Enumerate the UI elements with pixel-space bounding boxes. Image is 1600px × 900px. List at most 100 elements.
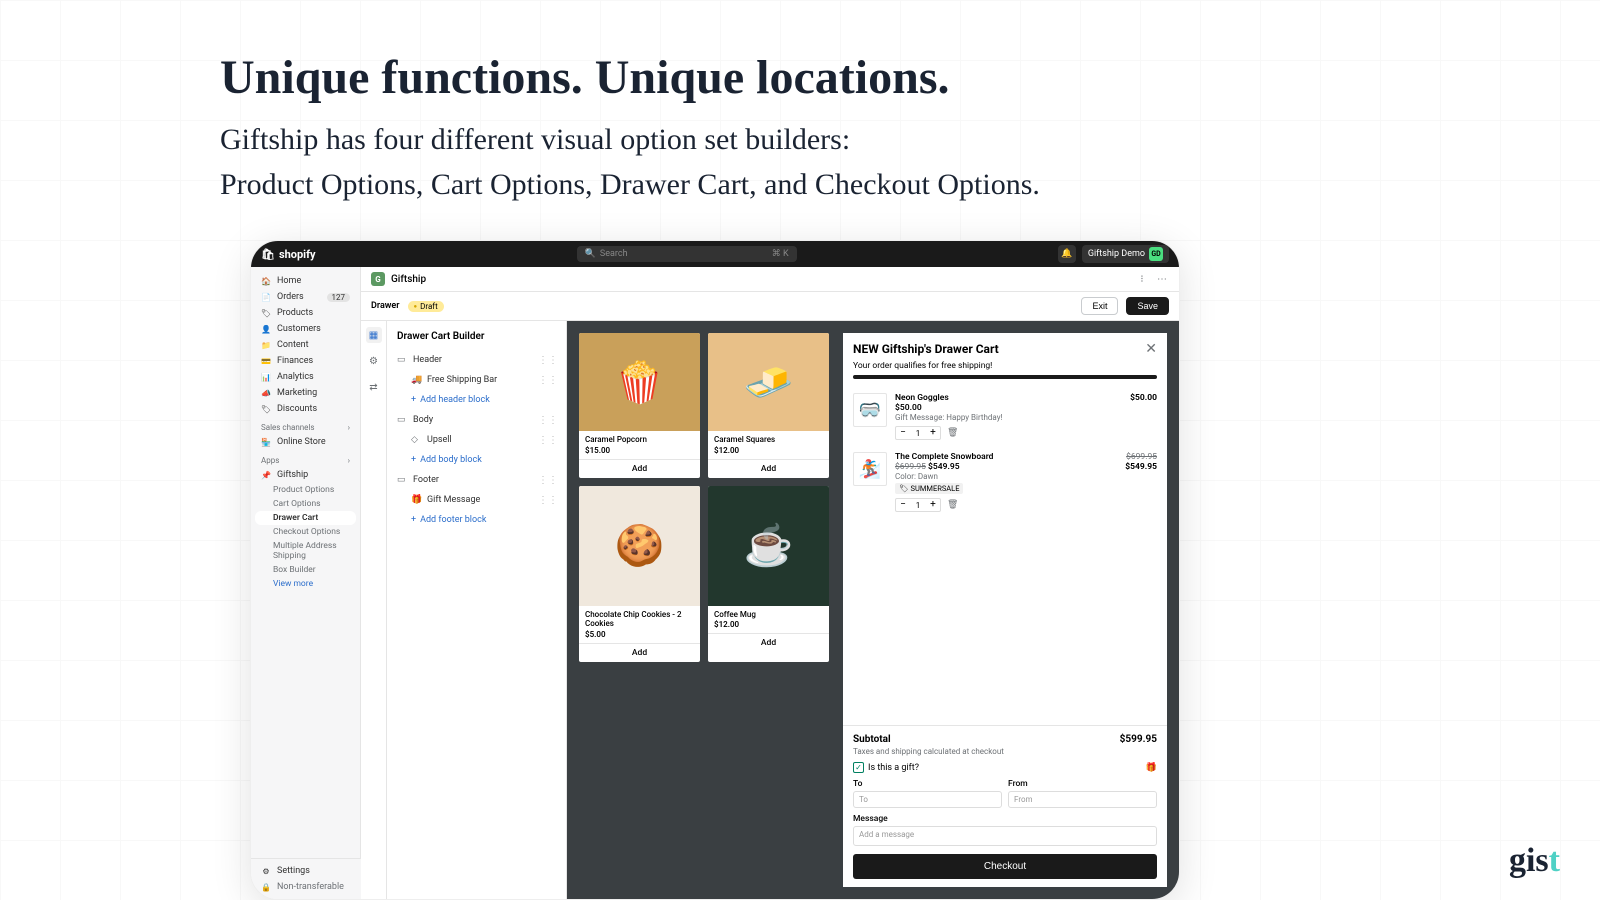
section-header[interactable]: ▭Header⋮⋮	[387, 350, 566, 370]
search-input[interactable]: 🔍 Search ⌘ K	[577, 246, 797, 262]
cart-item-name: Neon Goggles	[895, 393, 1122, 403]
add-to-cart-button[interactable]: Add	[708, 459, 829, 478]
subnav-item-product-options[interactable]: Product Options	[251, 483, 360, 497]
subnav-item-multiple-address-shipping[interactable]: Multiple Address Shipping	[251, 539, 360, 563]
remove-item-button[interactable]: 🗑	[947, 500, 958, 510]
block-icon: 🎁	[411, 495, 421, 505]
bag-icon: 🛍	[261, 248, 275, 261]
shopify-logo[interactable]: 🛍 shopify	[261, 248, 316, 261]
subnav-item-cart-options[interactable]: Cart Options	[251, 497, 360, 511]
subnav-item-drawer-cart[interactable]: Drawer Cart	[255, 511, 356, 525]
product-card: 🧈 Caramel Squares$12.00 Add	[708, 333, 829, 478]
checkout-button[interactable]: Checkout	[853, 854, 1157, 879]
code-tab[interactable]: ⇄	[366, 379, 382, 395]
hero-title: Unique functions. Unique locations.	[220, 50, 1380, 105]
add-block-link[interactable]: + Add body block	[387, 450, 566, 470]
drag-handle-icon[interactable]: ⋮⋮	[538, 375, 558, 386]
add-label: Add header block	[420, 395, 490, 405]
chevron-right-icon[interactable]: ›	[348, 456, 350, 465]
search-icon: 🔍	[585, 249, 596, 259]
drag-handle-icon[interactable]: ⋮⋮	[538, 475, 558, 486]
sections-tab[interactable]: ▦	[366, 327, 382, 343]
store-name: Giftship Demo	[1088, 249, 1145, 259]
chevron-right-icon[interactable]: ›	[348, 423, 350, 432]
hero-subtitle: Giftship has four different visual optio…	[220, 117, 1380, 207]
drag-handle-icon[interactable]: ⋮⋮	[538, 415, 558, 426]
message-input[interactable]: Add a message	[853, 826, 1157, 846]
cart-line-item: 🏂 The Complete Snowboard $699.95 $549.95…	[853, 446, 1157, 518]
sidebar-item-online-store[interactable]: 🏪 Online Store	[251, 434, 360, 450]
discount-tag: 🏷SUMMERSALE	[895, 483, 963, 494]
save-button[interactable]: Save	[1126, 297, 1169, 315]
notifications-button[interactable]: 🔔	[1058, 245, 1076, 263]
draft-status-pill: Draft	[408, 301, 444, 312]
sidebar-item-orders[interactable]: 📄Orders127	[251, 289, 360, 305]
add-to-cart-button[interactable]: Add	[579, 643, 700, 662]
quantity-stepper[interactable]: − 1 +	[895, 498, 941, 512]
qty-increase-button[interactable]: +	[926, 427, 940, 439]
close-icon[interactable]: ✕	[1145, 341, 1157, 357]
nav-icon: 📊	[261, 372, 271, 382]
sidebar-item-home[interactable]: 🏠Home	[251, 273, 360, 289]
sidebar-item-marketing[interactable]: 📣Marketing	[251, 385, 360, 401]
sidebar-item-settings[interactable]: ⚙ Settings	[251, 863, 361, 879]
sidebar-item-analytics[interactable]: 📊 Analytics	[251, 369, 360, 385]
gear-icon: ⚙	[261, 866, 271, 876]
to-input[interactable]: To	[853, 791, 1002, 808]
add-block-link[interactable]: +Add header block	[387, 390, 566, 410]
sidebar-item-content[interactable]: 📁Content	[251, 337, 360, 353]
store-switcher[interactable]: Giftship Demo GD	[1082, 245, 1169, 263]
drag-handle-icon[interactable]: ⋮⋮	[538, 355, 558, 366]
sidebar-item-products[interactable]: 🏷Products	[251, 305, 360, 321]
block-gift-message[interactable]: 🎁 Gift Message ⋮⋮	[387, 490, 566, 510]
nav-label: Giftship	[277, 470, 308, 480]
action-bar: Drawer Draft Exit Save	[361, 292, 1179, 321]
nav-label: Discounts	[277, 404, 317, 414]
qty-decrease-button[interactable]: −	[896, 427, 910, 439]
nav-label: Products	[277, 308, 313, 318]
plus-icon: +	[411, 455, 416, 465]
qty-decrease-button[interactable]: −	[896, 499, 910, 511]
qty-increase-button[interactable]: +	[926, 499, 940, 511]
product-price: $15.00	[585, 446, 694, 455]
drawer-title: NEW Giftship's Drawer Cart	[853, 342, 999, 356]
subnav-item-box-builder[interactable]: Box Builder	[251, 563, 360, 577]
more-button[interactable]: ⋯	[1155, 272, 1169, 286]
upsell-products-grid: 🍿 Caramel Popcorn$15.00 Add🧈 Caramel Squ…	[579, 333, 829, 887]
drag-handle-icon[interactable]: ⋮⋮	[538, 435, 558, 446]
gift-checkbox[interactable]: ✓ Is this a gift?	[853, 762, 919, 773]
gist-logo: gist	[1509, 842, 1560, 880]
compare-price: $699.95	[895, 462, 926, 472]
section-body[interactable]: ▭Body⋮⋮	[387, 410, 566, 430]
product-card: 🍪 Chocolate Chip Cookies - 2 Cookies$5.0…	[579, 486, 700, 662]
block-free-shipping-bar[interactable]: 🚚Free Shipping Bar⋮⋮	[387, 370, 566, 390]
block-label: Gift Message	[427, 495, 480, 505]
view-more-link[interactable]: View more	[251, 577, 360, 591]
lock-icon: 🔒	[261, 882, 271, 892]
sidebar-item-customers[interactable]: 👤Customers	[251, 321, 360, 337]
settings-tab[interactable]: ⚙	[366, 353, 382, 369]
add-to-cart-button[interactable]: Add	[579, 459, 700, 478]
non-transferable-badge: 🔒 Non-transferable	[251, 879, 361, 895]
bell-icon: 🔔	[1061, 249, 1072, 259]
drag-handle-icon[interactable]: ⋮⋮	[538, 495, 558, 506]
sidebar-item-discounts[interactable]: 🏷Discounts	[251, 401, 360, 417]
subnav-item-checkout-options[interactable]: Checkout Options	[251, 525, 360, 539]
sidebar-item-finances[interactable]: 💳Finances	[251, 353, 360, 369]
add-to-cart-button[interactable]: Add	[708, 633, 829, 652]
to-label: To	[853, 779, 1002, 789]
exit-button[interactable]: Exit	[1081, 297, 1118, 315]
block-upsell[interactable]: ◇Upsell⋮⋮	[387, 430, 566, 450]
item-price: $549.95	[928, 462, 960, 472]
nav-label: Settings	[277, 866, 310, 876]
add-label: Add body block	[420, 455, 482, 465]
from-input[interactable]: From	[1008, 791, 1157, 808]
nav-label: Analytics	[277, 372, 314, 382]
add-block-link[interactable]: +Add footer block	[387, 510, 566, 530]
sidebar-item-giftship[interactable]: 📌 Giftship	[251, 467, 360, 483]
quantity-stepper[interactable]: − 1 +	[895, 426, 941, 440]
section-footer[interactable]: ▭Footer⋮⋮	[387, 470, 566, 490]
pin-button[interactable]: ⁝	[1135, 272, 1149, 286]
remove-item-button[interactable]: 🗑	[947, 428, 958, 438]
store-icon: 🏪	[261, 437, 271, 447]
